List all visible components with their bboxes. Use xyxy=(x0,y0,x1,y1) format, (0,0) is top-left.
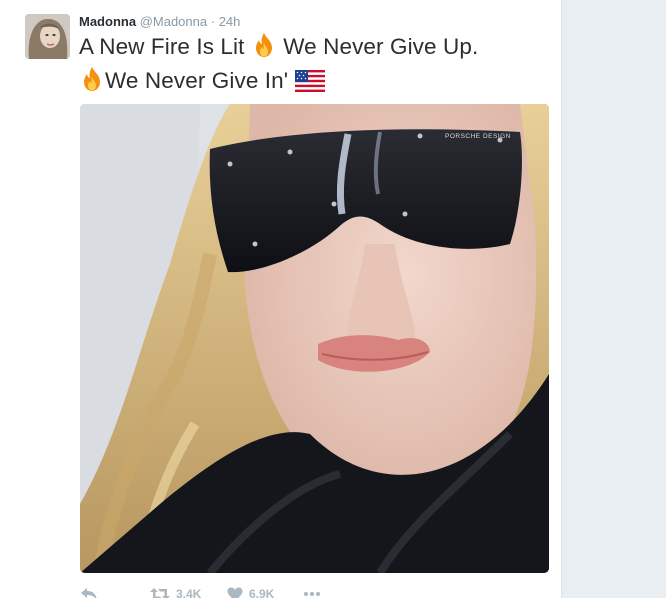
photo-illustration: PORSCHE DESIGN xyxy=(80,104,549,573)
us-flag-emoji-icon xyxy=(294,70,325,100)
retweet-button[interactable]: 3.4K xyxy=(150,587,227,598)
reply-icon xyxy=(80,587,98,598)
tweet-text-part: We Never Give Up. xyxy=(283,34,479,59)
retweet-count: 3.4K xyxy=(176,587,202,598)
tweet-photo[interactable]: PORSCHE DESIGN xyxy=(80,104,549,573)
fire-emoji-icon xyxy=(79,66,105,100)
tweet-timestamp[interactable]: 24h xyxy=(219,14,241,29)
like-button[interactable]: 6.9K xyxy=(227,587,303,598)
tweet-text-part: A New Fire Is Lit xyxy=(79,34,245,59)
tweet-actions: 3.4K 6.9K xyxy=(80,584,321,598)
heart-icon xyxy=(227,587,243,598)
tweet-text: A New Fire Is Lit We Never Give Up. We N… xyxy=(79,32,549,100)
like-count: 6.9K xyxy=(249,587,275,598)
avatar[interactable] xyxy=(25,14,70,59)
reply-button[interactable] xyxy=(80,587,150,598)
header-separator: · xyxy=(210,14,216,29)
tweet-text-part: We Never Give In' xyxy=(105,68,289,93)
fire-emoji-icon xyxy=(251,32,277,66)
retweet-icon xyxy=(150,587,170,598)
author-handle[interactable]: @Madonna xyxy=(140,14,207,29)
more-icon xyxy=(303,591,321,597)
tweet-header: Madonna @Madonna · 24h xyxy=(79,14,240,30)
sunglasses-brand-text: PORSCHE DESIGN xyxy=(445,133,511,140)
author-name[interactable]: Madonna xyxy=(79,14,136,29)
tweet-card: Madonna @Madonna · 24h A New Fire Is Lit… xyxy=(0,0,562,598)
more-button[interactable] xyxy=(303,591,321,597)
